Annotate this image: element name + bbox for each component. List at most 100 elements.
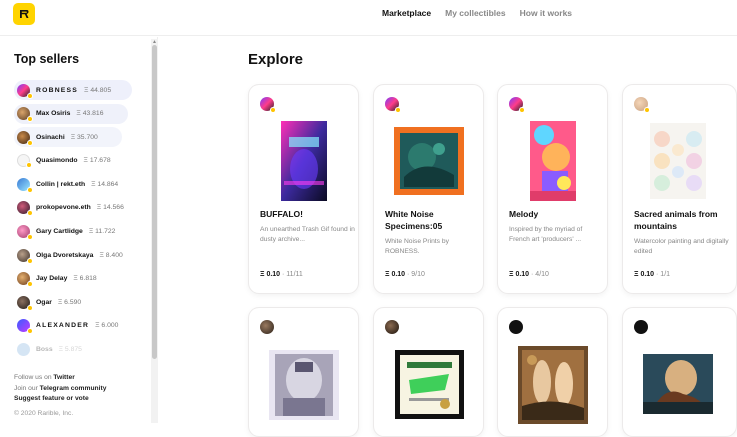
nft-card[interactable]: Melody Inspired by the myriad of French … <box>497 84 608 294</box>
nft-card[interactable]: Sacred animals from mountains Watercolor… <box>622 84 737 294</box>
seller-amount: Ξ 6.000 <box>95 322 119 330</box>
card-price: Ξ 0.10 · 4/10 <box>509 271 549 278</box>
suggest-feature-link[interactable]: Suggest feature or vote <box>14 395 89 402</box>
seller-avatar <box>17 225 33 241</box>
logo-icon <box>20 10 29 18</box>
edition-count: · 9/10 <box>407 271 425 278</box>
top-bar: Marketplace My collectibles How it works <box>0 0 737 36</box>
verified-icon <box>27 186 33 193</box>
seller-name: Quasimondo <box>36 157 78 165</box>
seller-item[interactable]: Ogar Ξ 6.590 <box>14 292 149 312</box>
seller-avatar <box>17 248 33 264</box>
nft-artwork-image <box>269 350 339 420</box>
seller-avatar <box>17 295 33 311</box>
rarible-logo[interactable] <box>13 3 35 25</box>
seller-avatar <box>17 83 33 99</box>
nft-artwork-image <box>281 121 327 201</box>
seller-amount: Ξ 44.805 <box>84 86 112 94</box>
sidebar-title: Top sellers <box>14 52 80 66</box>
seller-name: prokopevone.eth <box>36 204 91 212</box>
nft-artwork-image <box>395 350 464 419</box>
seller-item[interactable]: Boss Ξ 5.875 <box>14 340 149 360</box>
edition-count: · 11/11 <box>282 271 303 278</box>
creator-avatar[interactable] <box>634 320 648 334</box>
card-price: Ξ 0.10 · 9/10 <box>385 271 425 278</box>
nft-artwork-image <box>394 127 464 195</box>
card-title: BUFFALO! <box>260 209 303 219</box>
seller-name: Gary Cartlidge <box>36 228 83 236</box>
seller-name: Max Osiris <box>36 110 71 118</box>
seller-item[interactable]: Collin | rekt.eth Ξ 14.864 <box>14 174 149 194</box>
seller-name: Boss <box>36 346 53 354</box>
seller-avatar <box>17 343 30 357</box>
creator-avatar[interactable] <box>385 320 399 334</box>
seller-name: ALEXANDER <box>36 322 90 330</box>
nft-card[interactable] <box>373 307 484 437</box>
verified-icon <box>395 107 401 113</box>
verified-icon <box>27 328 33 335</box>
seller-avatar <box>17 107 33 123</box>
seller-amount: Ξ 17.678 <box>83 157 111 165</box>
seller-amount: Ξ 11.722 <box>88 228 116 236</box>
verified-icon <box>270 107 276 113</box>
card-title: Melody <box>509 209 539 219</box>
verified-icon <box>27 139 33 146</box>
sellers-list: ROBNESS Ξ 44.805 Max Osiris Ξ 43.816 Osi… <box>14 80 149 363</box>
verified-icon <box>27 92 33 99</box>
scrollbar-thumb[interactable] <box>152 45 157 359</box>
telegram-link[interactable]: Telegram community <box>40 385 107 392</box>
page-title: Explore <box>248 51 304 68</box>
card-description: An unearthed Trash Gif found in dusty ar… <box>260 226 355 243</box>
nft-card[interactable] <box>248 307 359 437</box>
copyright: © 2020 Rarible, Inc. <box>14 409 74 417</box>
price-value: Ξ 0.10 <box>385 271 406 278</box>
price-value: Ξ 0.10 <box>509 271 530 278</box>
edition-count: · 4/10 <box>531 271 549 278</box>
verified-icon <box>26 162 32 169</box>
seller-amount: Ξ 8.400 <box>99 251 123 259</box>
nav-my-collectibles[interactable]: My collectibles <box>445 8 505 18</box>
seller-item[interactable]: Olga Dvoretskaya Ξ 8.400 <box>14 245 149 265</box>
seller-name: Osinachi <box>36 133 65 141</box>
card-price: Ξ 0.10 · 11/11 <box>260 271 303 278</box>
follow-line: Follow us on Twitter <box>14 373 106 384</box>
verified-icon <box>27 116 33 123</box>
seller-amount: Ξ 6.818 <box>73 275 97 283</box>
seller-name: Olga Dvoretskaya <box>36 251 94 259</box>
creator-avatar[interactable] <box>260 320 274 334</box>
nft-artwork-image <box>530 121 576 201</box>
join-line: Join our Telegram community <box>14 384 106 395</box>
verified-icon <box>27 210 33 217</box>
card-description: White Noise Prints by ROBNESS. <box>385 238 449 255</box>
nft-card[interactable] <box>622 307 737 437</box>
verified-icon <box>27 234 33 241</box>
seller-item[interactable]: Max Osiris Ξ 43.816 <box>14 103 128 124</box>
card-description: Watercolor painting and digitally edited <box>634 238 729 255</box>
seller-name: Ogar <box>36 298 52 306</box>
nft-card[interactable]: BUFFALO! An unearthed Trash Gif found in… <box>248 84 359 294</box>
seller-avatar <box>17 272 33 288</box>
seller-name: Jay Delay <box>36 275 68 283</box>
nft-card[interactable]: White Noise Specimens:05 White Noise Pri… <box>373 84 484 294</box>
seller-amount: Ξ 14.864 <box>91 180 119 188</box>
nft-artwork-image <box>518 346 588 424</box>
sidebar-scrollbar[interactable]: ▲ <box>151 39 158 423</box>
seller-amount: Ξ 43.816 <box>76 110 104 118</box>
seller-item[interactable]: Quasimondo Ξ 17.678 <box>14 151 149 171</box>
card-title: Sacred animals from mountains <box>634 209 718 231</box>
card-title: White Noise Specimens:05 <box>385 209 443 231</box>
seller-item[interactable]: prokopevone.eth Ξ 14.566 <box>14 198 149 218</box>
nav-marketplace[interactable]: Marketplace <box>382 8 431 18</box>
seller-item[interactable]: ROBNESS Ξ 44.805 <box>14 80 132 100</box>
seller-item[interactable]: ALEXANDER Ξ 6.000 <box>14 316 149 336</box>
seller-amount: Ξ 5.875 <box>58 346 82 354</box>
twitter-link[interactable]: Twitter <box>53 374 74 381</box>
nft-artwork-image <box>643 354 713 414</box>
nft-card[interactable] <box>497 307 608 437</box>
seller-item[interactable]: Osinachi Ξ 35.700 <box>14 127 122 148</box>
nav-how-it-works[interactable]: How it works <box>520 8 572 18</box>
creator-avatar[interactable] <box>509 320 523 334</box>
seller-avatar <box>17 154 32 169</box>
seller-item[interactable]: Gary Cartlidge Ξ 11.722 <box>14 222 149 242</box>
seller-item[interactable]: Jay Delay Ξ 6.818 <box>14 269 149 289</box>
